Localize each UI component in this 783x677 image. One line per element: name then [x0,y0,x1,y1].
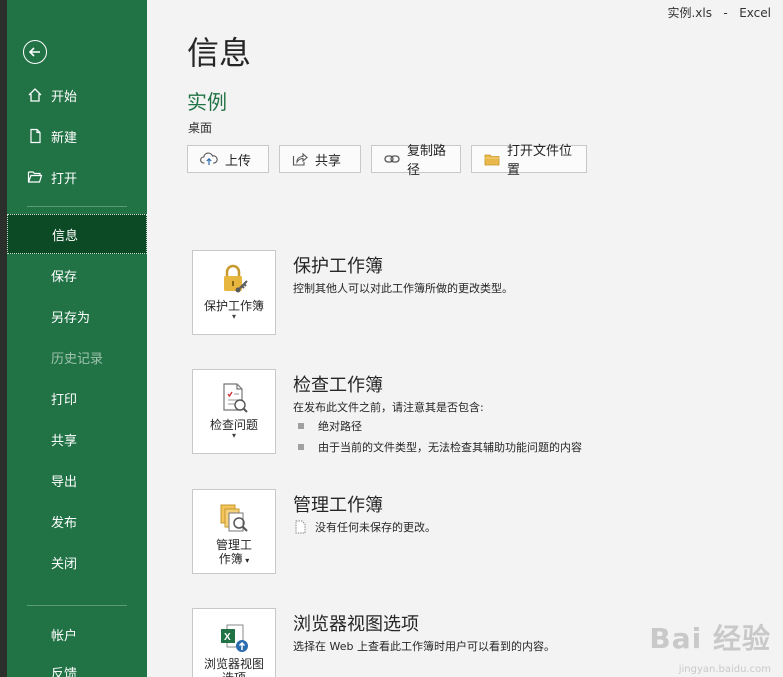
nav-save-as-label: 另存为 [51,310,91,326]
nav-share-label: 共享 [51,433,78,449]
nav-publish[interactable]: 发布 [7,501,147,541]
nav-home-label: 开始 [51,89,78,105]
nav-save-label: 保存 [51,269,78,285]
back-arrow-icon [28,47,40,57]
baidu-watermark-url: jingyan.baidu.com [678,664,771,675]
bullet-square-icon [298,444,304,450]
nav-open-label: 打开 [51,171,78,187]
manage-card-label: 管理工 作簿 ▾ [216,538,252,568]
open-file-location-label: 打开文件位置 [507,144,573,178]
link-icon [384,153,400,165]
inspect-desc: 在发布此文件之前，请注意其是否包含: [293,401,484,414]
nav-home[interactable]: 开始 [7,75,147,115]
manage-card-label-line1: 管理工 [215,538,252,552]
protect-title: 保护工作簿 [293,256,383,277]
file-name: 实例.xls [667,6,712,20]
nav-info-label: 信息 [52,228,79,244]
manage-workbook-button[interactable]: 管理工 作簿 ▾ [192,489,276,574]
check-issues-button[interactable]: 检查问题 ▾ [192,369,276,454]
document-location: 桌面 [188,121,213,135]
nav-history-label: 历史记录 [51,351,104,367]
home-icon [25,87,45,103]
app-name: Excel [739,6,771,20]
nav-close-label: 关闭 [51,556,78,572]
share-button[interactable]: 共享 [279,145,361,173]
browser-view-desc: 选择在 Web 上查看此工作簿时用户可以看到的内容。 [293,640,555,653]
open-file-location-button[interactable]: 打开文件位置 [471,144,587,178]
excel-browser-view-icon: X [217,619,251,655]
manage-card-label-line2-text: 作簿 [218,552,243,566]
browser-view-options-button[interactable]: X 浏览器视图 选项 [192,608,276,677]
nav-close[interactable]: 关闭 [7,542,147,582]
nav-new-label: 新建 [51,130,78,146]
chevron-down-icon: ▾ [231,312,236,321]
nav-feedback[interactable]: 反馈 [7,652,147,677]
backstage-sidebar: 开始 新建 打开 信息 保存 另存为 历史记录 打印 共享 导出 发布 关闭 帐… [7,0,147,677]
nav-account-label: 帐户 [51,628,78,644]
nav-publish-label: 发布 [51,515,78,531]
sidebar-divider [27,206,127,207]
browser-view-card-label: 浏览器视图 选项 [204,657,264,677]
upload-cloud-icon [200,152,218,166]
inspect-title: 检查工作簿 [293,375,383,396]
document-name: 实例 [187,90,227,114]
nav-open[interactable]: 打开 [7,157,147,197]
nav-info[interactable]: 信息 [7,214,147,254]
nav-export[interactable]: 导出 [7,460,147,500]
browser-view-card-label-line1: 浏览器视图 [203,657,264,671]
inspect-bullet-2-text: 由于当前的文件类型，无法检查其辅助功能问题的内容 [318,441,582,454]
chevron-down-icon: ▾ [231,431,236,440]
new-document-icon [25,128,45,144]
inspect-bullet-1: 绝对路径 [298,418,362,434]
manage-card-label-line2: 作簿 ▾ [216,552,252,568]
baidu-watermark: Bai 经验 [649,622,771,655]
nav-history: 历史记录 [7,337,147,377]
svg-text:X: X [224,632,231,643]
window-edge [0,0,7,677]
inspect-bullet-1-text: 绝对路径 [318,420,362,433]
copy-path-button[interactable]: 复制路径 [371,144,461,178]
nav-print-label: 打印 [51,392,78,408]
protect-desc: 控制其他人可以对此工作簿所做的更改类型。 [293,282,513,295]
sidebar-divider-bottom [27,605,127,606]
browser-view-title: 浏览器视图选项 [293,614,419,635]
back-button[interactable] [23,40,47,64]
manage-desc: 没有任何未保存的更改。 [315,521,436,534]
document-actions: 上传 共享 复制路径 打开文件位置 [187,144,587,178]
manage-workbook-icon [217,500,251,536]
bullet-square-icon [298,423,304,429]
protect-workbook-button[interactable]: 保护工作簿 ▾ [192,250,276,335]
share-icon [292,152,308,166]
nav-save-as[interactable]: 另存为 [7,296,147,336]
protect-card-label: 保护工作簿 [203,299,264,313]
manage-title: 管理工作簿 [293,495,383,516]
nav-new[interactable]: 新建 [7,116,147,156]
open-folder-icon [25,169,45,185]
share-label: 共享 [315,153,342,169]
check-issues-card-label: 检查问题 [209,418,258,432]
upload-label: 上传 [225,153,252,169]
nav-share[interactable]: 共享 [7,419,147,459]
nav-save[interactable]: 保存 [7,255,147,295]
title-separator: - [723,6,728,20]
window-title: 实例.xls - Excel [667,4,771,21]
upload-button[interactable]: 上传 [187,145,269,173]
chevron-down-icon: ▾ [242,556,250,565]
nav-feedback-label: 反馈 [51,666,78,677]
lock-key-icon [217,261,251,297]
page-title: 信息 [187,34,252,72]
inspect-bullet-2: 由于当前的文件类型，无法检查其辅助功能问题的内容 [298,439,582,455]
inspect-document-icon [218,380,250,416]
nav-print[interactable]: 打印 [7,378,147,418]
document-icon [295,520,306,534]
folder-icon [484,153,500,166]
nav-account[interactable]: 帐户 [7,614,147,654]
browser-view-card-label-line2: 选项 [204,671,264,677]
manage-desc-row: 没有任何未保存的更改。 [293,519,436,535]
copy-path-label: 复制路径 [407,144,447,178]
nav-export-label: 导出 [51,474,78,490]
